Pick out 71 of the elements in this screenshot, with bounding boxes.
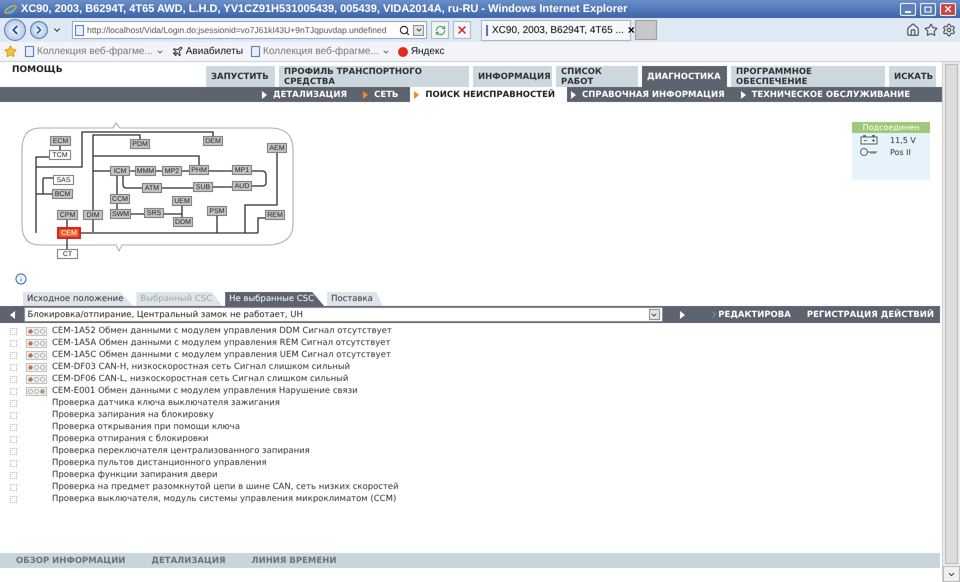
star-icon[interactable] (924, 23, 938, 37)
test-step-text[interactable]: Проверка пультов дистанционного управления (52, 458, 267, 468)
refresh-button[interactable] (431, 21, 449, 39)
nav-tab[interactable]: ПРОФИЛЬ ТРАНСПОРТНОГО СРЕДСТВА (279, 66, 469, 87)
fault-code-text[interactable]: CEM-1A5C Обмен данными с модулем управления UEM Сигнал отсутствует (52, 350, 391, 360)
nav-tab[interactable]: ЗАПУСТИТЬ (206, 66, 275, 87)
test-step-text[interactable]: Проверка отпирания с блокировки (52, 434, 209, 444)
home-icon[interactable] (906, 23, 920, 37)
stop-button[interactable] (453, 21, 471, 39)
stop-icon (456, 24, 468, 36)
voltage-value: 11,5 V (890, 136, 916, 144)
back-button[interactable] (4, 19, 26, 41)
ignition-value: Pos II (890, 148, 911, 156)
favorite-link[interactable]: Авиабилеты (172, 46, 244, 57)
restore-icon (924, 5, 932, 13)
chevron-icon (712, 311, 716, 318)
search-icon[interactable] (399, 24, 410, 36)
test-step-text[interactable]: Проверка датчика ключа выключателя зажигания (52, 398, 280, 408)
yandex-icon (398, 46, 408, 56)
dropdown-button[interactable] (413, 24, 424, 36)
restore-button[interactable] (920, 2, 936, 16)
test-step-text[interactable]: Проверка переключателя централизованного запирания (52, 446, 310, 456)
favorites-star-icon[interactable] (4, 45, 17, 58)
favorite-link[interactable]: Яндекс (398, 46, 444, 57)
fault-code-text[interactable]: CEM-1A5A Обмен данными с модулем управления REM Сигнал отсутствует (52, 338, 390, 348)
key-icon (860, 147, 878, 157)
browser-logo-icon (4, 2, 17, 16)
test-step-text[interactable]: Проверка функции запирания двери (52, 470, 218, 480)
close-button[interactable] (940, 2, 956, 16)
csc-tab[interactable]: Не выбранные CSC (225, 292, 324, 306)
sub-nav-tab[interactable]: ТЕХНИЧЕСКОЕ ОБСЛУЖИВАНИЕ (736, 87, 922, 102)
forward-button[interactable] (30, 21, 48, 39)
nav-tab[interactable]: СПИСОК РАБОТ (556, 66, 638, 87)
play-icon[interactable] (680, 310, 686, 318)
help-link[interactable]: ПОМОЩЬ (0, 62, 206, 75)
symptom-select[interactable]: Блокировка/отпирание, Центральный замок не работает, UH (24, 307, 663, 322)
favorite-link[interactable]: Коллекция веб-фрагме... (251, 46, 390, 57)
caret-icon (414, 26, 422, 34)
test-step-text[interactable]: Проверка выключателя, модуль системы управления микроклиматом (CCM) (52, 494, 396, 504)
fault-code-text[interactable]: CEM-DF03 CAN-H, низкоскоростная сеть Сигнал слишком сильный (52, 362, 350, 372)
refresh-icon (434, 24, 446, 36)
window-title: XC90, 2003, B6294T, 4T65 AWD, L.H.D, YV1CZ91H531005439, 005439, VIDA2014A, ru-RU - Windows Internet Explorer (21, 3, 628, 15)
fault-code-text[interactable]: CEM-DF06 CAN-L, низкоскоростная сеть Сигнал слишком сильный (52, 374, 348, 384)
address-field[interactable]: http://localhost/Vida/Login.do;jsessionid=vo7J61kI43U+9nTJqpuvdap.undefined (72, 21, 427, 39)
sub-nav-tab[interactable]: ПОИСК НЕИСПРАВНОСТЕЙ (410, 87, 567, 102)
test-step-text[interactable]: Проверка запирания на блокировку (52, 410, 214, 420)
minimize-button[interactable] (900, 2, 916, 16)
new-tab-button[interactable] (635, 20, 657, 40)
fault-code-text[interactable]: CEM-1A52 Обмен данными с модулем управления DDM Сигнал отсутствует (52, 326, 392, 336)
plane-icon (172, 46, 183, 57)
left-triangle-icon (10, 310, 15, 318)
nav-tab[interactable]: ДИАГНОСТИКА (642, 66, 727, 87)
csc-tab[interactable]: Исходное положение (23, 292, 134, 306)
nav-tab[interactable]: ПРОГРАММНОЕ ОБЕСПЕЧЕНИЕ (731, 66, 885, 87)
scrollbar[interactable] (942, 62, 960, 582)
fault-code-text[interactable]: CEM-E001 Обмен данными с модулем управления Нарушение связи (52, 386, 358, 396)
csc-tab[interactable]: Поставка (327, 292, 383, 306)
close-icon (943, 4, 953, 14)
battery-icon (860, 135, 878, 145)
sub-nav-tab[interactable]: СЕТЬ (359, 87, 410, 102)
nav-tab[interactable]: ИНФОРМАЦИЯ (473, 66, 552, 87)
connection-status: Подсоединен (852, 122, 930, 133)
sub-nav-tab[interactable]: СПРАВОЧНАЯ ИНФОРМАЦИЯ (567, 87, 737, 102)
info-icon[interactable] (15, 273, 27, 285)
dropdown-button[interactable] (648, 309, 660, 320)
test-step-text[interactable]: Проверка на предмет разомкнутой цепи в шине CAN, сеть низких скоростей (52, 482, 399, 492)
settings-icon[interactable] (942, 23, 956, 37)
favorite-link[interactable]: Коллекция веб-фрагме... (25, 46, 164, 57)
nav-tab[interactable]: ИСКАТЬ (889, 66, 936, 87)
test-step-text[interactable]: Проверка открывания при помощи ключа (52, 422, 240, 432)
sub-nav-tab[interactable]: ДЕТАЛИЗАЦИЯ (258, 87, 360, 102)
